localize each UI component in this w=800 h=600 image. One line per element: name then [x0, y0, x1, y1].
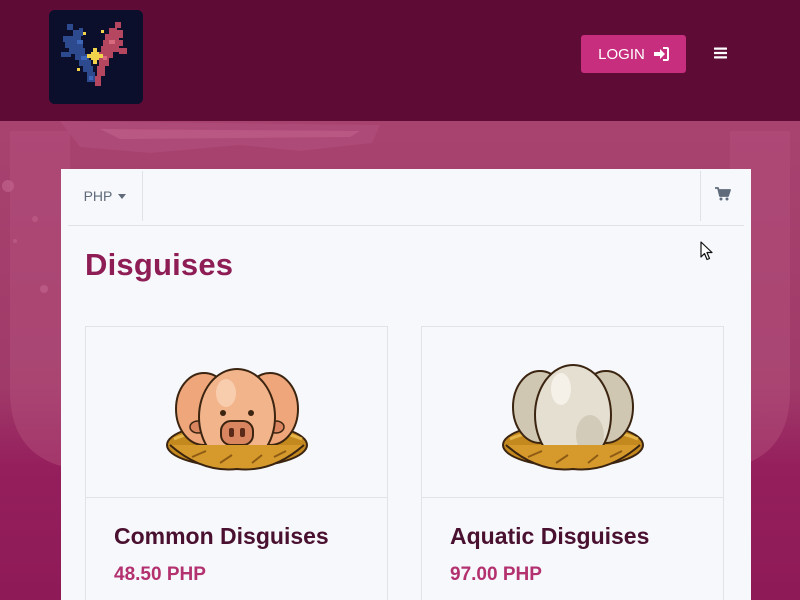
shopping-cart-icon — [714, 186, 731, 206]
product-image[interactable] — [422, 327, 723, 498]
product-image[interactable] — [86, 327, 387, 498]
product-title[interactable]: Common Disguises — [114, 523, 329, 550]
product-card[interactable]: Aquatic Disguises 97.00 PHP — [421, 326, 724, 600]
sign-in-icon — [653, 47, 669, 61]
site-logo[interactable] — [49, 10, 143, 104]
product-price: 97.00 PHP — [450, 564, 542, 585]
product-card[interactable]: Common Disguises 48.50 PHP — [85, 326, 388, 600]
caret-down-icon — [118, 194, 127, 199]
page-title: Disguises — [85, 247, 234, 282]
top-navbar: LOGIN — [0, 0, 800, 121]
currency-label: PHP — [83, 188, 113, 204]
cart-button[interactable] — [700, 171, 744, 221]
menu-toggle-button[interactable] — [709, 44, 731, 66]
logo-emblem — [49, 10, 143, 104]
login-label: LOGIN — [598, 45, 645, 63]
hamburger-menu-icon — [713, 46, 727, 64]
login-button[interactable]: LOGIN — [581, 35, 686, 73]
pig-eggs-nest-icon — [165, 368, 308, 471]
shop-toolbar: PHP — [68, 169, 744, 226]
currency-dropdown[interactable]: PHP — [68, 171, 143, 221]
white-eggs-nest-icon — [501, 364, 644, 471]
content-panel: PHP Disguises Common Disguises 48.50 PHP… — [61, 169, 751, 600]
product-price: 48.50 PHP — [114, 564, 206, 585]
product-title[interactable]: Aquatic Disguises — [450, 523, 649, 550]
